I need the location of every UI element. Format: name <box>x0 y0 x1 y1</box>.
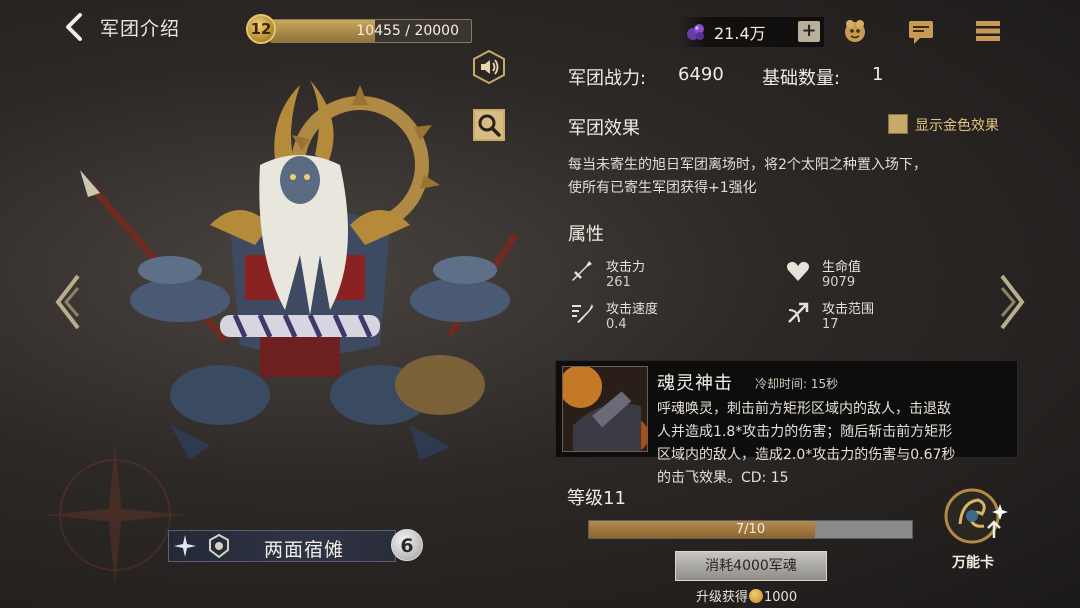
legion-power-label: 军团战力: <box>568 68 647 89</box>
faction-emblem-icon <box>209 533 229 559</box>
skill-line-1: 呼魂唤灵，刺击前方矩形区域内的敌人，击退敌 <box>657 401 951 417</box>
hp-value: 9079 <box>822 275 856 290</box>
base-count-label: 基础数量: <box>762 68 841 89</box>
effect-description: 每当未寄生的旭日军团离场时，将2个太阳之种置入场下， 使所有已寄生军团获得+1强… <box>568 154 998 200</box>
previous-unit-arrow-icon[interactable] <box>52 272 84 332</box>
attack-label: 攻击力 <box>606 260 646 275</box>
gold-effect-checkbox[interactable] <box>888 114 908 134</box>
level-progress-bar: 7/10 <box>588 520 913 539</box>
add-currency-button[interactable]: + <box>798 21 820 42</box>
skill-image <box>562 366 648 452</box>
unit-count-badge: 6 <box>391 529 423 561</box>
xp-progress-bar: 10455 / 20000 <box>270 19 472 43</box>
level-progress-text: 7/10 <box>735 522 766 537</box>
attack-speed-icon <box>572 304 593 323</box>
pet-icon[interactable] <box>840 16 870 46</box>
skill-name: 魂灵神击 <box>657 373 733 394</box>
skill-cooldown: 冷却时间: 15秒 <box>755 377 839 391</box>
upgrade-reward: 升级获得 1000 <box>696 586 797 605</box>
menu-icon[interactable] <box>973 16 1003 46</box>
hp-label: 生命值 <box>822 260 862 275</box>
skill-line-2: 人并造成1.8*攻击力的伤害；随后斩击前方矩形 <box>657 424 953 440</box>
next-unit-arrow-icon[interactable] <box>996 272 1028 332</box>
chevron-left-icon[interactable] <box>62 12 86 42</box>
chat-icon[interactable] <box>906 16 936 46</box>
attributes-section-title: 属性 <box>568 224 604 245</box>
wild-card-label[interactable]: 万能卡 <box>952 552 994 572</box>
unit-name: 两面宿傩 <box>264 539 345 561</box>
purple-gem-icon <box>687 24 704 40</box>
bow-icon <box>788 302 809 323</box>
level-label: 等级11 <box>567 488 626 509</box>
attack-speed-value: 0.4 <box>606 317 627 332</box>
currency-amount: 21.4万 <box>714 24 766 43</box>
star-burst-icon <box>174 535 196 557</box>
monster-illustration <box>80 80 518 460</box>
effect-line-1: 每当未寄生的旭日军团离场时，将2个太阳之种置入场下， <box>568 157 927 173</box>
effect-line-2: 使所有已寄生军团获得+1强化 <box>568 180 757 196</box>
page-title: 军团介绍 <box>100 18 181 40</box>
player-level-badge: 12 <box>246 14 276 44</box>
skill-description: 呼魂唤灵，刺击前方矩形区域内的敌人，击退敌 人并造成1.8*攻击力的伤害；随后斩… <box>657 398 1013 490</box>
gold-effect-label[interactable]: 显示金色效果 <box>915 115 999 135</box>
sword-icon <box>572 261 592 281</box>
base-count-value: 1 <box>872 64 884 85</box>
legion-power-value: 6490 <box>678 64 724 85</box>
skill-line-3: 区域内的敌人，造成2.0*攻击力的伤害与0.67秒 <box>657 447 956 463</box>
xp-text: 10455 / 20000 <box>356 23 459 39</box>
attack-speed-label: 攻击速度 <box>606 302 659 317</box>
reward-amount: 1000 <box>764 590 798 605</box>
compass-decoration <box>45 445 185 585</box>
reward-prefix: 升级获得 <box>696 590 749 605</box>
heart-icon <box>787 261 809 281</box>
upgrade-button[interactable]: 消耗4000军魂 <box>675 551 827 581</box>
range-value: 17 <box>822 317 839 332</box>
coin-icon <box>749 589 764 603</box>
range-label: 攻击范围 <box>822 302 875 317</box>
attack-value: 261 <box>606 275 631 290</box>
wild-card-icon[interactable] <box>942 484 1010 554</box>
effect-section-title: 军团效果 <box>568 118 640 139</box>
